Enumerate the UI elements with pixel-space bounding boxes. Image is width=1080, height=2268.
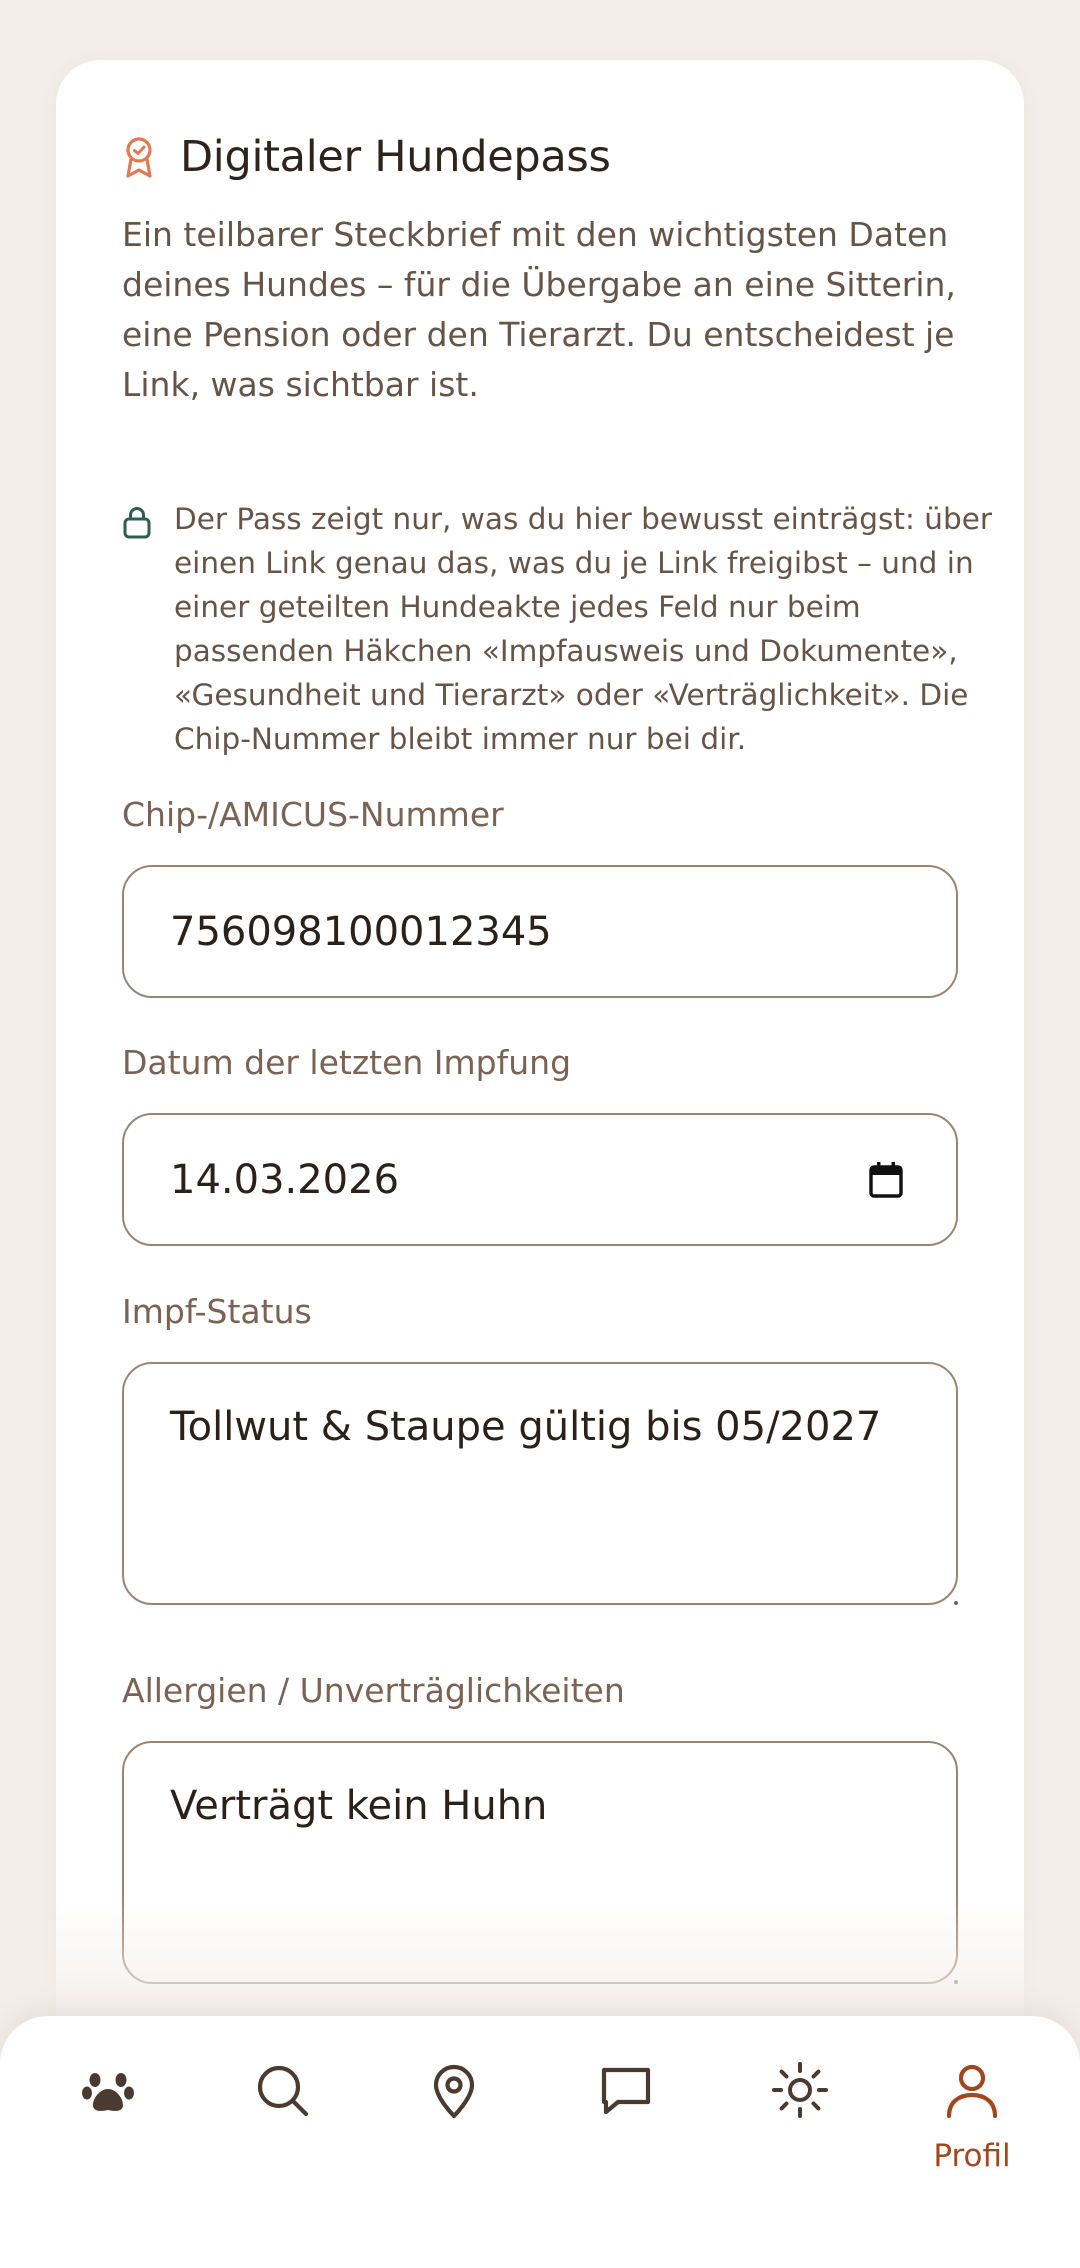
page-title: Digitaler Hundepass xyxy=(180,132,611,182)
chip-number-value: 756098100012345 xyxy=(170,908,552,955)
paw-icon xyxy=(82,2073,134,2111)
bottom-navigation: Profil xyxy=(0,2016,1080,2268)
nav-item-weather[interactable] xyxy=(730,2038,870,2188)
lock-icon xyxy=(123,507,151,539)
vaccination-date-value: 14.03.2026 xyxy=(170,1156,400,1203)
vaccination-date-input[interactable]: 14.03.2026 xyxy=(122,1113,958,1246)
nav-item-profile[interactable]: Profil xyxy=(902,2038,1042,2188)
vaccination-status-textarea[interactable]: Tollwut & Staupe gültig bis 05/2027 xyxy=(122,1362,958,1605)
map-pin-icon xyxy=(433,2064,475,2119)
chat-icon xyxy=(601,2067,651,2115)
calendar-icon[interactable] xyxy=(868,1161,904,1199)
privacy-note-text: Der Pass zeigt nur, was du hier bewusst … xyxy=(174,502,992,756)
allergies-label: Allergien / Unverträglichkeiten xyxy=(122,1671,625,1710)
card-header: Digitaler Hundepass xyxy=(122,132,611,182)
resize-handle-icon[interactable] xyxy=(952,1599,960,1607)
vaccination-status-value: Tollwut & Staupe gültig bis 05/2027 xyxy=(170,1404,882,1450)
nav-item-search[interactable] xyxy=(212,2038,352,2188)
vaccination-date-label: Datum der letzten Impfung xyxy=(122,1043,572,1082)
intro-text: Ein teilbarer Steckbrief mit den wichtig… xyxy=(122,215,956,404)
chip-number-label: Chip-/AMICUS-Nummer xyxy=(122,795,504,834)
nav-item-messages[interactable] xyxy=(556,2038,696,2188)
privacy-note: Der Pass zeigt nur, was du hier bewusst … xyxy=(122,497,1012,761)
user-icon xyxy=(946,2064,998,2119)
vaccination-status-label: Impf-Status xyxy=(122,1292,312,1331)
allergies-value: Verträgt kein Huhn xyxy=(170,1783,548,1829)
dog-passport-card: Digitaler Hundepass Ein teilbarer Steckb… xyxy=(56,60,1024,2060)
scroll-fade xyxy=(0,1900,1080,2020)
nav-item-home[interactable] xyxy=(38,2038,178,2188)
search-icon xyxy=(257,2065,309,2117)
chip-number-input[interactable]: 756098100012345 xyxy=(122,865,958,998)
award-badge-icon xyxy=(126,137,152,178)
nav-item-map[interactable] xyxy=(384,2038,524,2188)
nav-label-profile: Profil xyxy=(933,2138,1011,2174)
sun-icon xyxy=(772,2062,828,2118)
